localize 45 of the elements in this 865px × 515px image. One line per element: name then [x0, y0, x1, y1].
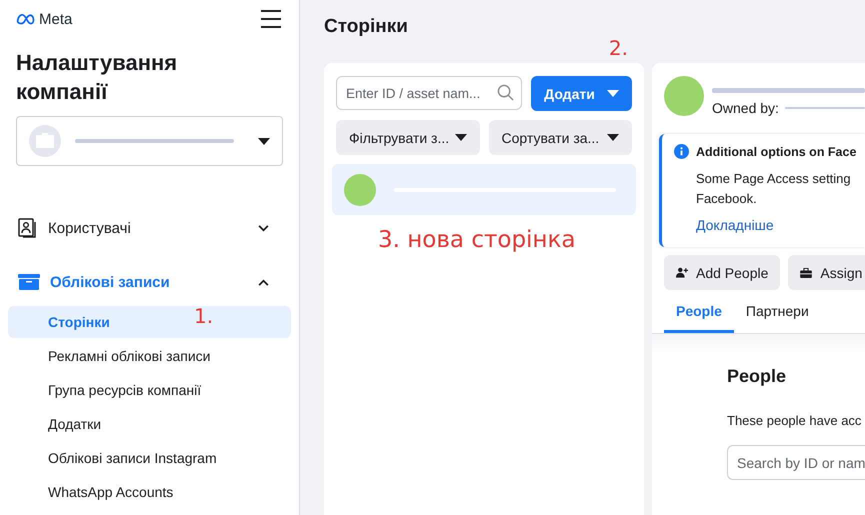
caret-icon [607, 134, 619, 141]
learn-more-link[interactable]: Докладніше [696, 217, 774, 233]
sidebar-item[interactable]: Додатки [8, 408, 291, 440]
section-title: Сторінки [324, 16, 409, 39]
archive-box-icon [18, 274, 40, 290]
description-text: These people have acc [727, 413, 862, 428]
sidebar-item[interactable]: Група ресурсів компанії [8, 374, 291, 406]
sidebar-section[interactable]: Облікові записи [8, 268, 291, 296]
annotation-label: 1. [194, 303, 214, 330]
sidebar-item[interactable]: Рекламні облікові записи [8, 340, 291, 372]
sidebar-item[interactable]: Сторінки 1. [8, 306, 291, 338]
action-button[interactable]: Assign [788, 255, 865, 290]
search-field[interactable]: Enter ID / asset nam... [336, 76, 522, 110]
action-button[interactable]: Add People [664, 255, 780, 290]
briefcase-icon [29, 125, 61, 157]
chevron-icon [258, 278, 269, 286]
info-icon [674, 144, 689, 159]
sidebar-item[interactable]: WhatsApp Accounts [8, 476, 291, 508]
sidebar-item[interactable]: Облікові записи Instagram [8, 442, 291, 474]
people-search-field[interactable]: Search by ID or nam [727, 445, 865, 480]
asset-list-item[interactable] [332, 164, 636, 215]
notice-title: Additional options on Face [696, 144, 856, 158]
annotation-label: 2. [608, 36, 628, 60]
filter-dropdown[interactable]: Фільтрувати з... [336, 120, 480, 155]
menu-icon[interactable] [261, 10, 281, 28]
search-icon [497, 84, 514, 101]
section-heading: People [727, 366, 788, 387]
sidebar-section[interactable]: Користувачі [8, 214, 291, 242]
page-title: Налаштування компанії [16, 49, 178, 106]
user-card-icon [18, 218, 38, 238]
notice-text: Some Page Access setting Facebook. [696, 170, 852, 208]
briefcase-icon [800, 268, 812, 278]
add-person-icon [676, 267, 688, 278]
page-avatar [664, 76, 704, 116]
caret-icon [606, 90, 619, 97]
chevron-icon [258, 224, 269, 232]
caret-icon [258, 138, 270, 144]
sort-dropdown[interactable]: Сортувати за... [488, 120, 632, 155]
meta-logo[interactable]: Meta [16, 10, 72, 28]
business-selector[interactable] [16, 116, 283, 166]
page-avatar [344, 174, 376, 206]
tab[interactable]: Партнери [734, 299, 821, 333]
owner-label: Owned by: [712, 100, 779, 116]
annotation-label: 3. нова сторінка [378, 227, 576, 253]
caret-icon [454, 134, 466, 141]
